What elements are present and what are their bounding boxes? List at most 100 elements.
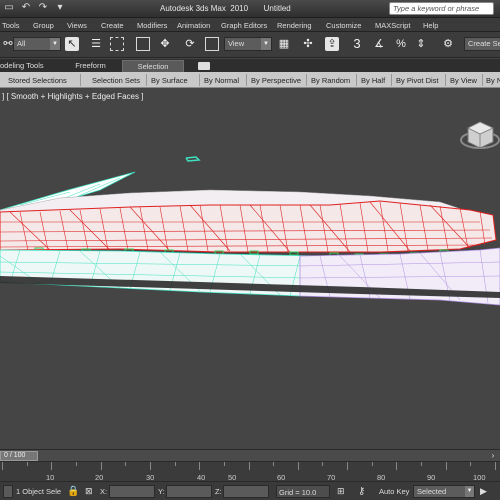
track-tick — [125, 462, 127, 466]
next-frame-icon[interactable]: › — [488, 451, 498, 461]
menu-create[interactable]: Create — [101, 21, 124, 30]
tab-selection[interactable]: Selection — [122, 60, 184, 72]
named-selection-value: Create Se — [468, 39, 500, 48]
by-numeric-button[interactable]: By Nume — [486, 76, 500, 85]
selection-count: 1 Object Sele — [16, 487, 62, 496]
search-input[interactable]: Type a keyword or phrase — [389, 2, 494, 15]
angle-snap-icon[interactable]: ∡ — [372, 37, 386, 51]
menu-tools[interactable]: Tools — [2, 21, 20, 30]
scale-icon[interactable] — [205, 37, 219, 51]
select-manipulate-icon[interactable]: ✣ — [301, 37, 315, 51]
window-crossing-icon[interactable] — [136, 37, 150, 51]
keyboard-shortcut-icon[interactable]: ⇪ — [325, 37, 339, 51]
undo-icon[interactable]: ↶ — [19, 2, 33, 14]
perspective-viewport[interactable]: ] [ Smooth + Highlights + Edged Faces ] — [0, 89, 500, 447]
track-tick — [26, 462, 28, 466]
menu-modifiers[interactable]: Modifiers — [137, 21, 167, 30]
move-icon[interactable]: ✥ — [158, 37, 172, 51]
chevron-down-icon: ▼ — [50, 38, 60, 50]
rotate-icon[interactable]: ⟳ — [183, 37, 197, 51]
track-tick — [51, 462, 53, 470]
play-animation-icon[interactable]: ▶ — [480, 485, 494, 498]
track-tick — [149, 462, 151, 470]
by-perspective-button[interactable]: By Perspective — [251, 76, 301, 85]
menu-animation[interactable]: Animation — [177, 21, 210, 30]
edit-named-selection-icon[interactable]: ⚙ — [441, 37, 455, 51]
set-key-icon[interactable]: ⚷ — [358, 485, 370, 498]
y-label: Y: — [158, 487, 165, 496]
transform-type-in-icon[interactable]: ⊠ — [85, 485, 97, 498]
by-half-button[interactable]: By Half — [361, 76, 385, 85]
track-tick — [223, 462, 225, 466]
tab-freeform[interactable]: Freeform — [63, 60, 118, 72]
selection-filter-dropdown[interactable]: All ▼ — [13, 37, 61, 51]
open-file-icon[interactable]: ▭ — [2, 2, 16, 14]
select-object-icon[interactable]: ↖ — [65, 37, 79, 51]
percent-snap-icon[interactable]: % — [394, 37, 408, 51]
grid-spacing: Grid = 10.0 — [276, 485, 330, 498]
track-tick — [199, 462, 201, 470]
time-slider[interactable]: 0 / 100 › — [0, 449, 500, 461]
title-bar: ▭ ↶ ↷ ▾ Autodesk 3ds Max 2010 Untitled T… — [0, 0, 500, 18]
ribbon-separator — [356, 74, 357, 86]
track-tick — [470, 462, 472, 466]
selection-sets-button[interactable]: Selection Sets — [92, 76, 140, 85]
ribbon-separator — [80, 74, 81, 86]
menu-rendering[interactable]: Rendering — [277, 21, 312, 30]
quick-access-toolbar: ▭ ↶ ↷ ▾ — [2, 2, 67, 14]
select-by-name-icon[interactable]: ☰ — [89, 37, 103, 51]
rectangular-selection-icon[interactable] — [110, 37, 124, 51]
by-view-button[interactable]: By View — [450, 76, 477, 85]
by-surface-button[interactable]: By Surface — [151, 76, 188, 85]
time-slider-handle[interactable]: 0 / 100 — [0, 451, 38, 461]
track-tick — [445, 462, 447, 470]
z-label: Z: — [215, 487, 222, 496]
menu-maxscript[interactable]: MAXScript — [375, 21, 410, 30]
window-title: Autodesk 3ds Max 2010 Untitled — [160, 4, 291, 13]
key-mode-value: Selected — [417, 487, 447, 496]
auto-key-button[interactable]: Auto Key — [379, 485, 409, 498]
key-mode-dropdown[interactable]: Selected ▼ — [413, 485, 475, 498]
ribbon-separator — [391, 74, 392, 86]
ribbon-panel: Stored Selections Selection Sets By Surf… — [0, 72, 500, 88]
track-tick — [174, 462, 176, 466]
track-tick — [322, 462, 324, 466]
spinner-snap-icon[interactable]: ⇕ — [414, 37, 428, 51]
maxscript-listener-icon[interactable] — [3, 485, 13, 498]
save-icon[interactable]: ▾ — [53, 2, 67, 14]
track-bar[interactable]: 10 20 30 40 50 60 70 80 90 100 — [0, 461, 500, 482]
menu-bar: Tools Group Views Create Modifiers Anima… — [0, 18, 500, 32]
by-normal-button[interactable]: By Normal — [204, 76, 239, 85]
track-tick — [495, 462, 496, 470]
track-tick — [75, 462, 77, 466]
snap-toggle-icon[interactable]: 3 — [350, 37, 364, 51]
pivot-center-icon[interactable]: ▦ — [277, 37, 291, 51]
by-random-button[interactable]: By Random — [311, 76, 350, 85]
add-time-tag-icon[interactable]: ⊞ — [337, 485, 349, 498]
menu-help[interactable]: Help — [423, 21, 438, 30]
reference-coord-dropdown[interactable]: View ▼ — [224, 37, 272, 51]
ribbon-minimize-button[interactable] — [198, 62, 210, 70]
stored-selections-button[interactable]: Stored Selections — [8, 76, 67, 85]
track-tick — [273, 462, 275, 466]
menu-customize[interactable]: Customize — [326, 21, 361, 30]
status-bar: 1 Object Sele 🔒 ⊠ X: Y: Z: Grid = 10.0 ⊞… — [0, 481, 500, 500]
x-coordinate-field[interactable] — [109, 485, 155, 498]
menu-group[interactable]: Group — [33, 21, 54, 30]
by-pivot-dist-button[interactable]: By Pivot Dist — [396, 76, 439, 85]
ribbon-tab-bar: odeling Tools Freeform Selection — [0, 59, 500, 72]
menu-views[interactable]: Views — [67, 21, 87, 30]
ribbon-separator — [306, 74, 307, 86]
z-coordinate-field[interactable] — [223, 485, 269, 498]
menu-graph-editors[interactable]: Graph Editors — [221, 21, 267, 30]
tab-modeling-tools[interactable]: odeling Tools — [0, 60, 50, 72]
lock-selection-icon[interactable]: 🔒 — [67, 485, 79, 498]
track-tick — [347, 462, 349, 470]
track-tick — [396, 462, 398, 470]
reference-coord-value: View — [228, 39, 245, 48]
track-tick — [248, 462, 250, 470]
y-coordinate-field[interactable] — [166, 485, 212, 498]
named-selection-field[interactable]: Create Se — [464, 37, 500, 51]
redo-icon[interactable]: ↷ — [36, 2, 50, 14]
track-tick — [2, 462, 3, 470]
